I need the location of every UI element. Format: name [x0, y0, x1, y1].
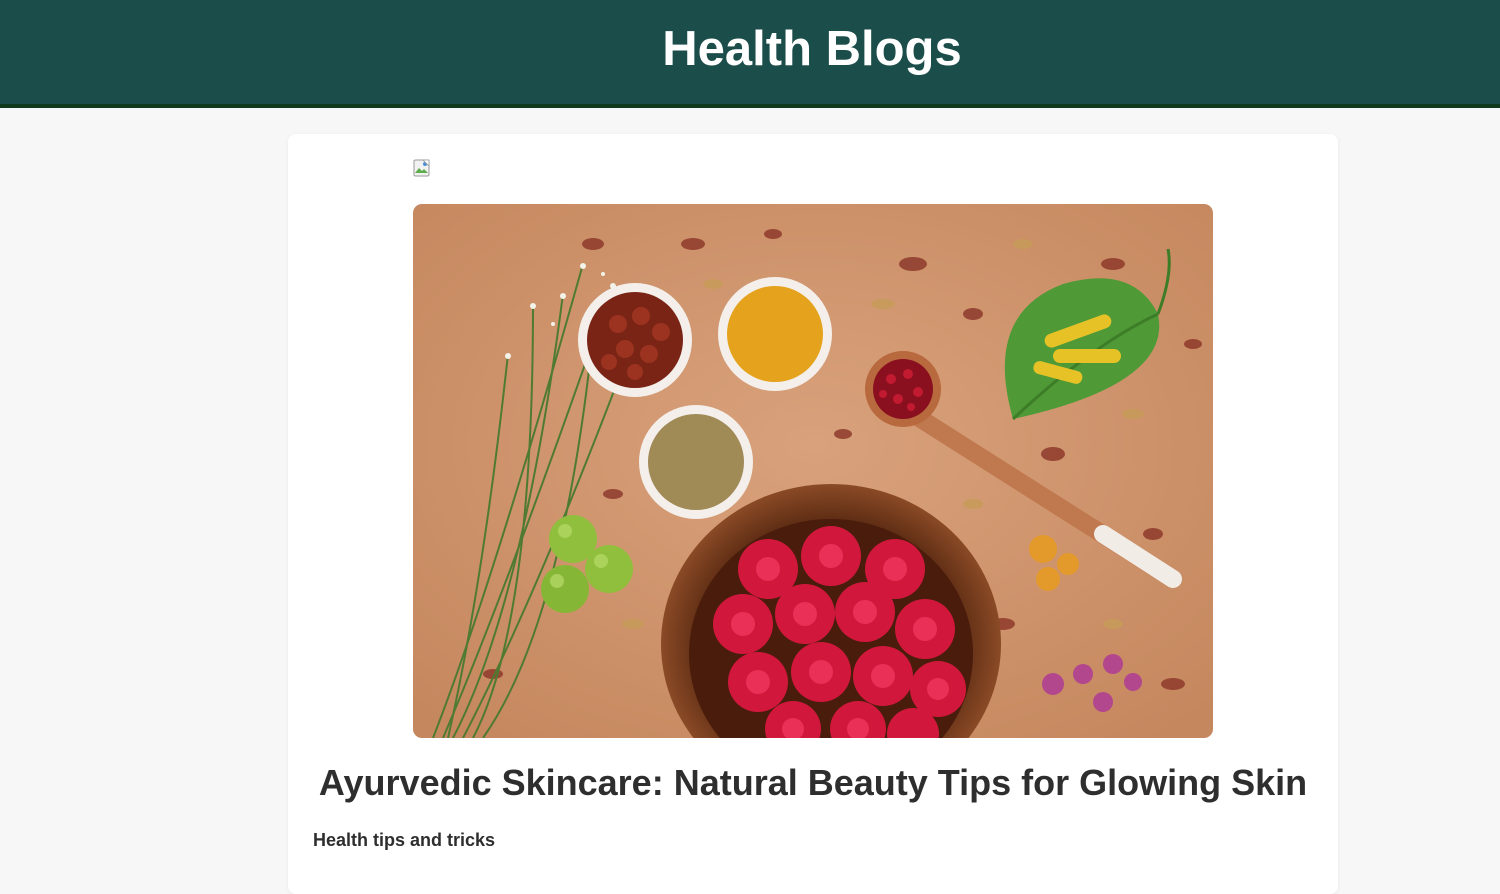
post-category: Health tips and tricks: [313, 830, 496, 850]
blog-post-card: Ayurvedic Skincare: Natural Beauty Tips …: [288, 134, 1338, 894]
post-title[interactable]: Ayurvedic Skincare: Natural Beauty Tips …: [288, 761, 1338, 805]
hero-image: [413, 204, 1213, 738]
broken-image-icon: [413, 159, 431, 177]
site-header: Health Blogs: [0, 0, 1500, 108]
site-title: Health Blogs: [662, 22, 962, 76]
